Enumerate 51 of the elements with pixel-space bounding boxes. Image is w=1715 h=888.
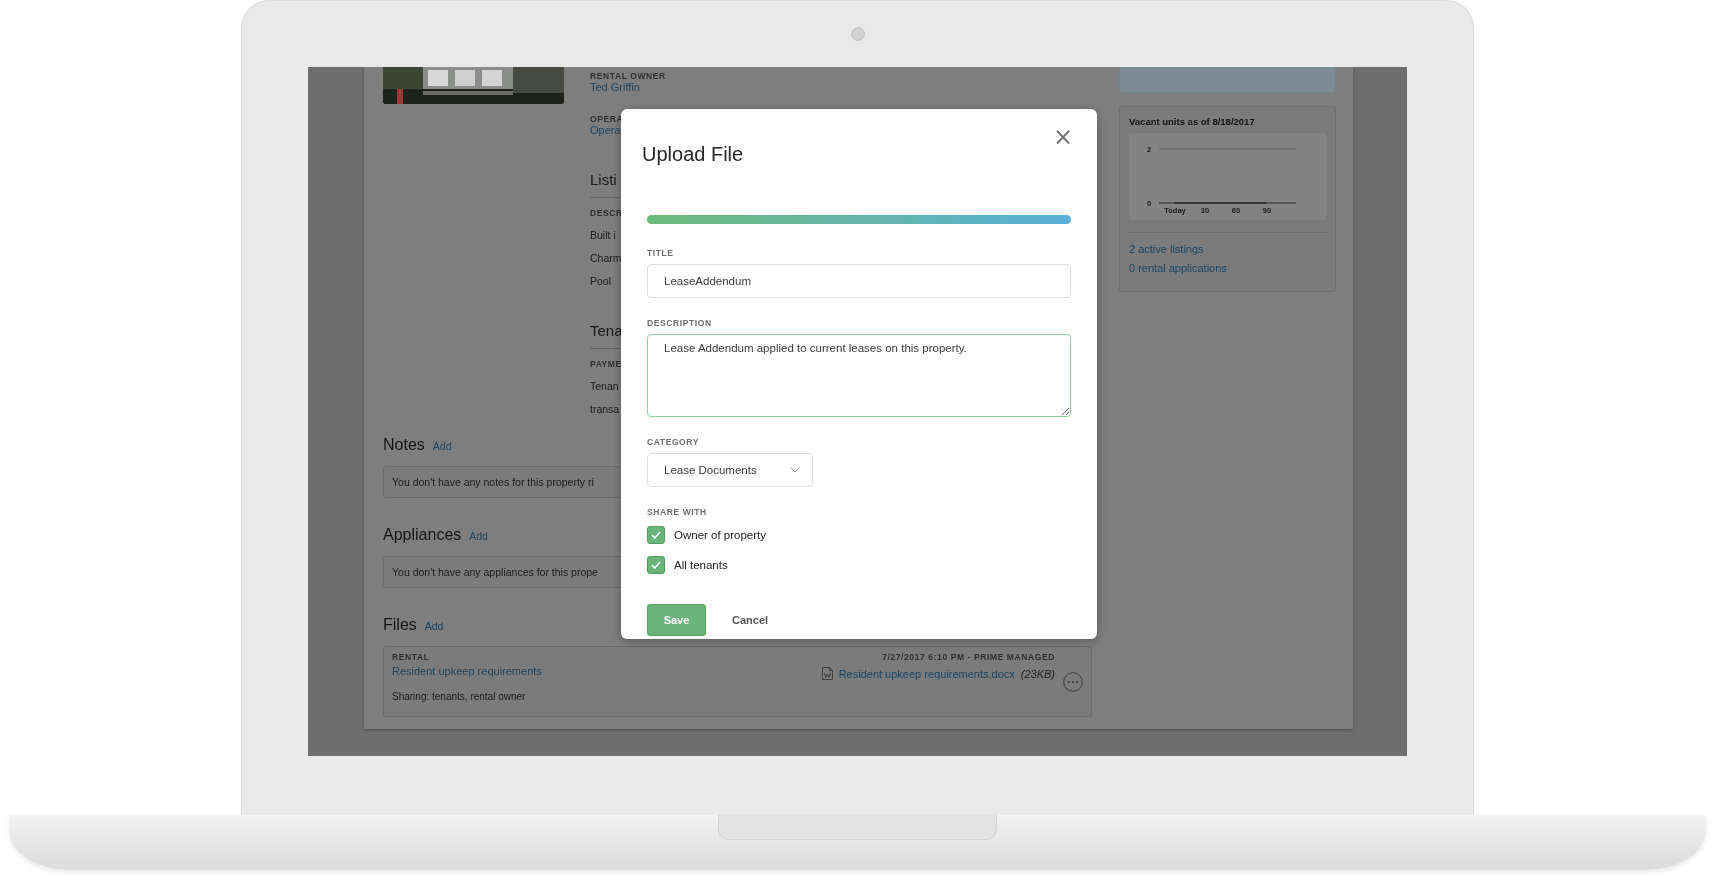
- file-title-link[interactable]: Resident upkeep requirements: [392, 665, 542, 677]
- field-text: transa: [590, 403, 620, 415]
- add-link[interactable]: Add: [424, 620, 444, 632]
- field-text: Charm: [590, 252, 622, 264]
- checkmark-icon: [651, 561, 661, 569]
- save-button[interactable]: Save: [647, 604, 706, 636]
- checkbox-label: Owner of property: [674, 529, 767, 541]
- field-label: SHARE WITH: [647, 507, 708, 517]
- chevron-down-icon: [790, 467, 800, 473]
- add-link[interactable]: Add: [432, 440, 452, 452]
- more-options-icon[interactable]: [1063, 672, 1083, 692]
- camera-icon: [850, 27, 865, 41]
- field-label: RENTAL OWNER: [590, 71, 666, 81]
- section-heading: Listi: [590, 171, 617, 188]
- empty-message: You don't have any notes for this property ri: [392, 476, 594, 488]
- section-heading: Appliances: [383, 526, 462, 544]
- field-text: Pool: [590, 275, 611, 287]
- file-meta: 7/27/2017 6:10 PM - PRIME MANAGED: [882, 652, 1055, 662]
- field-label: DESCRIPTION: [647, 318, 713, 328]
- chart-title: Vacant units as of 8/18/2017: [1129, 116, 1256, 127]
- cancel-button[interactable]: Cancel: [732, 614, 769, 626]
- field-label: DESCR: [590, 208, 623, 218]
- owner-link[interactable]: Ted Griffin: [590, 81, 640, 93]
- title-field[interactable]: LeaseAddendum: [647, 264, 1071, 298]
- category-dropdown[interactable]: Lease Documents: [647, 453, 813, 487]
- section-heading: Notes: [383, 436, 425, 454]
- sidebar-link[interactable]: 0 rental applications: [1129, 262, 1327, 274]
- file-size: (23KB): [1020, 667, 1055, 680]
- description-field[interactable]: Lease Addendum applied to current leases on this property.: [647, 334, 1071, 417]
- dialog-title: Upload File: [642, 143, 744, 166]
- checkmark-icon: [651, 531, 661, 539]
- field-label: OPERA: [590, 114, 624, 124]
- empty-message: You don't have any appliances for this prope: [392, 566, 598, 578]
- field-label: TITLE: [647, 248, 675, 258]
- checkbox-label: All tenants: [674, 559, 728, 571]
- section-heading: Tena: [590, 322, 623, 339]
- file-link[interactable]: Resident upkeep requirements.docx: [838, 667, 1015, 680]
- field-label: CATEGORY: [647, 437, 701, 447]
- close-button[interactable]: ×: [1052, 127, 1073, 147]
- file-category: RENTAL: [392, 652, 431, 662]
- sharing-text: Sharing: tenants, rental owner: [392, 691, 527, 702]
- checkbox[interactable]: [647, 526, 665, 544]
- section-heading: Files: [383, 616, 417, 634]
- sidebar-link[interactable]: 2 active listings: [1129, 243, 1327, 255]
- checkbox[interactable]: [647, 556, 665, 574]
- field-text: Built i: [590, 229, 616, 241]
- document-icon: [821, 667, 833, 680]
- add-link[interactable]: Add: [469, 530, 488, 542]
- field-label: PAYME: [590, 359, 622, 369]
- operator-link[interactable]: Opera: [590, 124, 621, 136]
- field-text: Tenan: [590, 380, 619, 392]
